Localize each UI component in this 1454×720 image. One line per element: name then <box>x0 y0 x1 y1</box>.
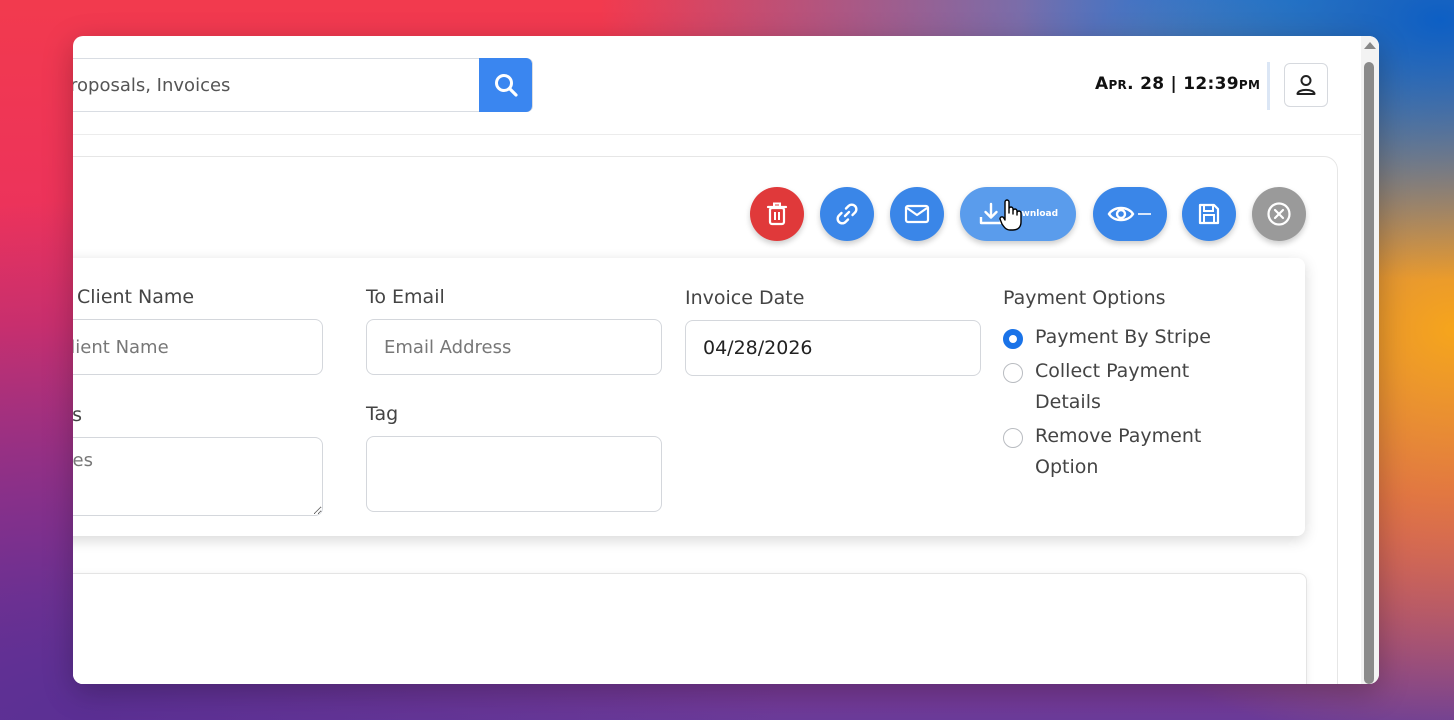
header-divider <box>1267 62 1270 110</box>
header-divider-line <box>73 134 1363 135</box>
link-icon <box>836 203 858 225</box>
scrollbar-thumb[interactable] <box>1364 62 1374 684</box>
payment-option-remove[interactable]: Remove Payment Option <box>1003 425 1201 483</box>
user-menu-button[interactable] <box>1284 63 1328 107</box>
search-icon <box>494 74 518 97</box>
mail-icon <box>904 204 930 224</box>
radio-button[interactable] <box>1003 329 1023 349</box>
to-email-label: To Email <box>366 286 445 308</box>
trash-icon <box>766 202 788 226</box>
scroll-up-arrow-icon[interactable] <box>1364 42 1376 49</box>
invoice-details-form: Client Name To Email Invoice Date tes Ta… <box>73 258 1305 536</box>
radio-button[interactable] <box>1003 428 1023 448</box>
invoice-date-label: Invoice Date <box>685 287 805 309</box>
client-name-label: Client Name <box>77 286 195 308</box>
client-name-input[interactable] <box>73 319 323 375</box>
radio-button[interactable] <box>1003 363 1023 383</box>
send-email-button[interactable] <box>890 187 944 241</box>
search-button[interactable] <box>479 58 532 112</box>
line-items-card <box>73 573 1307 684</box>
payment-options-label: Payment Options <box>1003 287 1166 309</box>
notes-textarea[interactable] <box>73 437 323 516</box>
search-input[interactable] <box>73 59 474 111</box>
delete-button[interactable] <box>750 187 804 241</box>
eye-icon <box>1107 206 1151 222</box>
user-icon <box>1296 75 1316 95</box>
preview-button[interactable] <box>1093 187 1167 241</box>
copy-link-button[interactable] <box>820 187 874 241</box>
close-button[interactable] <box>1252 187 1306 241</box>
payment-option-label: Collect Payment Details <box>1035 360 1190 413</box>
save-icon <box>1198 203 1220 225</box>
save-button[interactable] <box>1182 187 1236 241</box>
hand-cursor-icon <box>999 199 1022 231</box>
tag-label: Tag <box>366 403 399 425</box>
invoice-date-input[interactable] <box>685 320 981 376</box>
tag-input[interactable] <box>366 436 662 512</box>
payment-option-label: Remove Payment Option <box>1035 425 1202 478</box>
header-datetime: Apr. 28 | 12:39pm <box>1095 74 1261 94</box>
payment-option-label: Payment By Stripe <box>1035 326 1211 348</box>
close-circle-icon <box>1267 202 1291 226</box>
to-email-input[interactable] <box>366 319 662 375</box>
payment-option-stripe[interactable]: Payment By Stripe <box>1003 326 1211 353</box>
app-window: Apr. 28 | 12:39pm <box>73 36 1379 684</box>
notes-label: tes <box>73 404 83 426</box>
payment-option-collect[interactable]: Collect Payment Details <box>1003 360 1189 418</box>
search-box <box>73 58 533 112</box>
